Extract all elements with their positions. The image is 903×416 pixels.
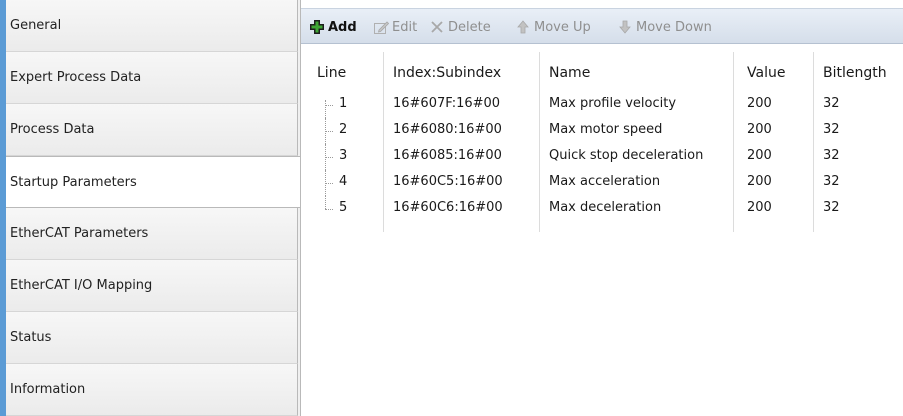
column-header-name[interactable]: Name bbox=[549, 65, 590, 81]
sidebar-item-label: Process Data bbox=[10, 122, 95, 137]
cell-value: 200 bbox=[747, 148, 772, 163]
cell-name: Max profile velocity bbox=[549, 96, 677, 111]
cell-line: 1 bbox=[339, 96, 348, 111]
sidebar-item-label: Expert Process Data bbox=[10, 70, 142, 85]
cell-index: 16#6085:16#00 bbox=[393, 148, 502, 163]
move-down-button[interactable]: Move Down bbox=[617, 18, 712, 36]
cell-bitlength: 32 bbox=[823, 96, 840, 111]
sidebar-item-process-data[interactable]: Process Data bbox=[6, 104, 298, 156]
delete-button[interactable]: Delete bbox=[429, 18, 491, 36]
table-row[interactable]: 5 16#60C6:16#00 Max deceleration 200 32 bbox=[307, 196, 903, 222]
cell-value: 200 bbox=[747, 200, 772, 215]
column-header-bitlength[interactable]: Bitlength bbox=[823, 65, 887, 81]
delete-icon bbox=[429, 19, 445, 35]
cell-index: 16#60C6:16#00 bbox=[393, 200, 503, 215]
table-row[interactable]: 3 16#6085:16#00 Quick stop deceleration … bbox=[307, 144, 903, 170]
edit-icon bbox=[373, 19, 390, 35]
sidebar-item-ethercat-io-mapping[interactable]: EtherCAT I/O Mapping bbox=[6, 260, 298, 312]
column-header-line[interactable]: Line bbox=[317, 65, 346, 81]
sidebar: General Expert Process Data Process Data… bbox=[0, 0, 300, 416]
sidebar-item-general[interactable]: General bbox=[6, 0, 298, 52]
cell-index: 16#6080:16#00 bbox=[393, 122, 502, 137]
cell-line: 3 bbox=[339, 148, 348, 163]
tree-connector bbox=[317, 92, 333, 118]
sidebar-item-label: EtherCAT Parameters bbox=[10, 226, 149, 241]
move-up-button[interactable]: Move Up bbox=[515, 18, 591, 36]
tree-connector bbox=[317, 118, 333, 144]
tree-connector bbox=[317, 144, 333, 170]
cell-value: 200 bbox=[747, 122, 772, 137]
move-down-label: Move Down bbox=[636, 19, 712, 35]
cell-line: 5 bbox=[339, 200, 348, 215]
sidebar-item-ethercat-parameters[interactable]: EtherCAT Parameters bbox=[6, 208, 298, 260]
sidebar-item-startup-parameters[interactable]: Startup Parameters bbox=[6, 156, 300, 208]
cell-bitlength: 32 bbox=[823, 200, 840, 215]
cell-value: 200 bbox=[747, 96, 772, 111]
table-row[interactable]: 2 16#6080:16#00 Max motor speed 200 32 bbox=[307, 118, 903, 144]
tree-connector bbox=[317, 196, 333, 222]
sidebar-item-expert-process-data[interactable]: Expert Process Data bbox=[6, 52, 298, 104]
add-label: Add bbox=[328, 19, 357, 35]
edit-button[interactable]: Edit bbox=[373, 18, 417, 36]
column-header-index[interactable]: Index:Subindex bbox=[393, 65, 501, 81]
cell-bitlength: 32 bbox=[823, 148, 840, 163]
edit-label: Edit bbox=[392, 19, 418, 35]
arrow-down-icon bbox=[617, 19, 633, 35]
startup-parameters-panel: Add Edit Delete Move Up Move Down Line I… bbox=[300, 0, 903, 416]
delete-label: Delete bbox=[448, 19, 491, 35]
cell-bitlength: 32 bbox=[823, 122, 840, 137]
cell-line: 2 bbox=[339, 122, 348, 137]
cell-line: 4 bbox=[339, 174, 348, 189]
cell-name: Max acceleration bbox=[549, 174, 661, 189]
add-icon bbox=[309, 19, 325, 35]
cell-name: Max motor speed bbox=[549, 122, 663, 137]
arrow-up-icon bbox=[515, 19, 531, 35]
sidebar-item-label: EtherCAT I/O Mapping bbox=[10, 278, 153, 293]
toolbar: Add Edit Delete Move Up Move Down bbox=[301, 8, 903, 44]
table-row[interactable]: 4 16#60C5:16#00 Max acceleration 200 32 bbox=[307, 170, 903, 196]
column-header-value[interactable]: Value bbox=[747, 65, 785, 81]
sidebar-item-label: Status bbox=[10, 330, 52, 345]
move-up-label: Move Up bbox=[534, 19, 591, 35]
table-row[interactable]: 1 16#607F:16#00 Max profile velocity 200… bbox=[307, 92, 903, 118]
sidebar-item-label: Startup Parameters bbox=[10, 175, 137, 190]
cell-bitlength: 32 bbox=[823, 174, 840, 189]
sidebar-item-status[interactable]: Status bbox=[6, 312, 298, 364]
cell-value: 200 bbox=[747, 174, 772, 189]
sidebar-item-label: General bbox=[10, 18, 62, 33]
sidebar-item-information[interactable]: Information bbox=[6, 364, 298, 416]
cell-index: 16#60C5:16#00 bbox=[393, 174, 503, 189]
add-button[interactable]: Add bbox=[309, 18, 357, 36]
cell-index: 16#607F:16#00 bbox=[393, 96, 501, 111]
cell-name: Max deceleration bbox=[549, 200, 662, 215]
tree-connector bbox=[317, 170, 333, 196]
sidebar-item-label: Information bbox=[10, 382, 86, 397]
cell-name: Quick stop deceleration bbox=[549, 148, 704, 163]
